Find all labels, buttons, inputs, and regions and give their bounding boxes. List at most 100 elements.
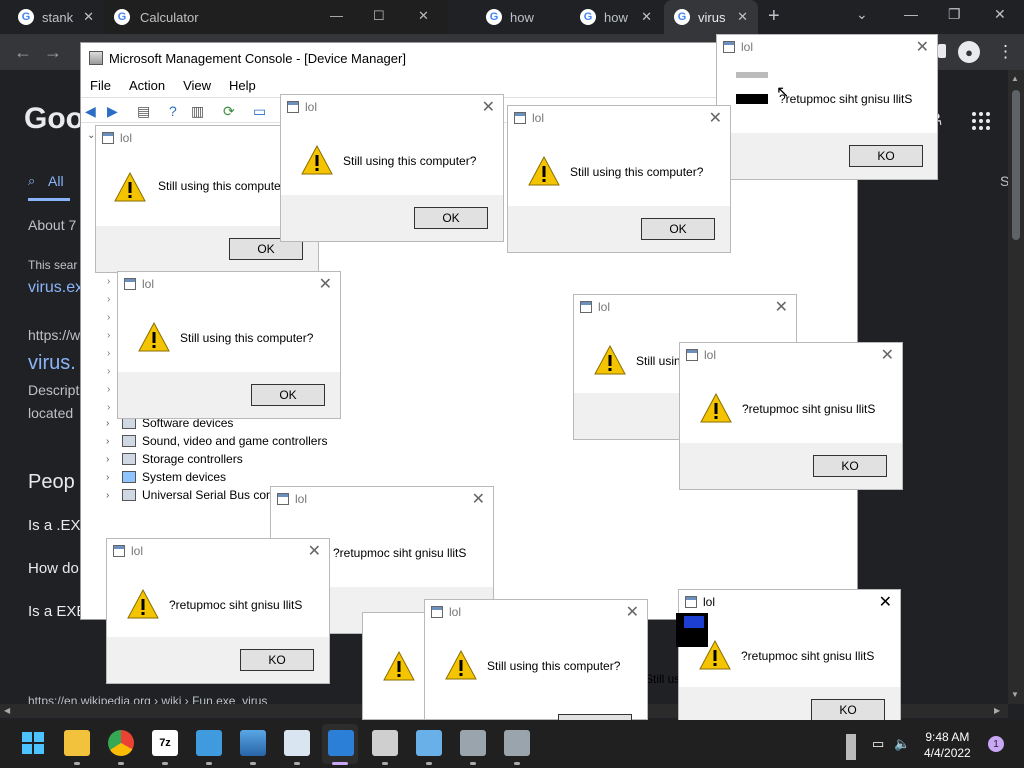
ok-button[interactable]: KO	[240, 649, 314, 671]
dialog-titlebar[interactable]: lol ✕	[508, 106, 730, 130]
chrome-icon[interactable]	[108, 730, 134, 756]
ok-button[interactable]: OK	[251, 384, 325, 406]
expand-arrow-icon[interactable]: ›	[107, 330, 110, 341]
close-icon[interactable]: ✕	[881, 345, 894, 365]
close-icon[interactable]: ✕	[916, 37, 929, 57]
expand-arrow-icon[interactable]: ›	[107, 384, 110, 395]
dialog-titlebar[interactable]: lol ✕	[425, 600, 647, 624]
menu-file[interactable]: File	[90, 78, 111, 93]
clock[interactable]: 9:48 AM 4/4/2022	[924, 729, 971, 761]
dialog-titlebar[interactable]: lol ✕	[680, 343, 902, 367]
maximize-button[interactable]: ☐	[373, 8, 385, 24]
notification-badge[interactable]: 1	[988, 736, 1004, 752]
close-icon[interactable]: ✕	[308, 541, 321, 561]
close-window-button[interactable]: ✕	[994, 6, 1006, 23]
network-icon[interactable]	[504, 730, 530, 756]
calculator-titlebar[interactable]: G Calculator	[104, 0, 448, 34]
properties-icon[interactable]: ▤	[137, 103, 150, 120]
chrome-tab-active[interactable]: G virus ✕	[664, 0, 758, 34]
close-icon[interactable]: ✕	[641, 9, 652, 25]
dialog-titlebar[interactable]: lol ✕	[118, 272, 340, 296]
tab-all[interactable]: All	[48, 173, 64, 189]
restore-button[interactable]: ❐	[948, 6, 961, 23]
tree-node-storage[interactable]: › Storage controllers	[106, 452, 243, 466]
tree-node-usb[interactable]: › Universal Serial Bus cont	[106, 488, 276, 502]
dialog-titlebar[interactable]: lol ✕	[679, 590, 900, 614]
close-button[interactable]: ✕	[418, 8, 429, 24]
chrome-tab[interactable]: G stank ✕	[8, 0, 104, 34]
expand-arrow-icon[interactable]: ›	[106, 454, 116, 465]
chrome-tab[interactable]: G how ✕	[570, 0, 662, 34]
minimize-button[interactable]: —	[904, 6, 918, 22]
7zip-icon[interactable]: 7z	[152, 730, 178, 756]
ok-button[interactable]: OK	[414, 207, 488, 229]
update-driver-icon[interactable]: ⟳	[223, 103, 235, 120]
tree-node-sound[interactable]: › Sound, video and game controllers	[106, 434, 327, 448]
expand-arrow-icon[interactable]: ›	[106, 472, 116, 483]
new-tab-button[interactable]: +	[768, 6, 780, 26]
dialog-titlebar[interactable]: lol ✕	[271, 487, 493, 511]
close-icon[interactable]: ✕	[319, 274, 332, 294]
network-icon[interactable]	[460, 730, 486, 756]
control-panel-icon[interactable]	[416, 730, 442, 756]
expand-arrow-icon[interactable]: ›	[106, 490, 116, 501]
dialog-titlebar[interactable]: lol ✕	[717, 35, 937, 59]
menu-view[interactable]: View	[183, 78, 211, 93]
question-item[interactable]: How do	[28, 560, 79, 577]
scan-hardware-icon[interactable]: ▭	[253, 103, 266, 120]
volume-icon[interactable]: 🔈	[894, 736, 910, 752]
file-explorer-icon[interactable]	[64, 730, 90, 756]
back-icon[interactable]: ◀	[85, 103, 96, 120]
active-app-icon[interactable]	[328, 730, 354, 756]
question-item[interactable]: Is a .EX	[28, 517, 81, 534]
menu-action[interactable]: Action	[129, 78, 165, 93]
start-icon[interactable]	[20, 730, 46, 756]
chrome-menu-icon[interactable]: ⋮	[997, 42, 1014, 62]
scroll-down-icon[interactable]: ▼	[1011, 690, 1019, 699]
scroll-right-icon[interactable]: ▶	[994, 706, 1000, 715]
ok-button[interactable]: OK	[641, 218, 715, 240]
expand-arrow-icon[interactable]: ›	[106, 418, 116, 429]
expand-arrow-icon[interactable]: ›	[106, 436, 116, 447]
console-tree-icon[interactable]: ▥	[191, 103, 204, 120]
scroll-up-icon[interactable]: ▲	[1011, 74, 1019, 83]
close-icon[interactable]: ✕	[482, 97, 495, 117]
apps-grid-icon[interactable]	[972, 112, 990, 130]
back-icon[interactable]: ←	[14, 42, 32, 63]
help-icon[interactable]: ?	[169, 103, 177, 119]
google-logo[interactable]: Goo	[24, 102, 84, 136]
menu-help[interactable]: Help	[229, 78, 256, 93]
network-tray-icon[interactable]: ▭	[872, 736, 884, 752]
page-scrollbar-thumb[interactable]	[1012, 90, 1020, 240]
ok-button[interactable]: KO	[849, 145, 923, 167]
result-link[interactable]: virus.	[28, 352, 76, 375]
close-icon[interactable]: ✕	[775, 297, 788, 317]
chrome-tab[interactable]: G how	[476, 0, 570, 34]
profile-avatar-icon[interactable]: ●	[958, 41, 980, 63]
forward-icon[interactable]: ▶	[107, 103, 118, 120]
close-icon[interactable]: ✕	[472, 489, 485, 509]
forward-icon[interactable]: →	[44, 42, 62, 63]
expand-arrow-icon[interactable]: ›	[107, 402, 110, 413]
ok-button[interactable]: KO	[813, 455, 887, 477]
image-viewer-icon[interactable]	[284, 730, 310, 756]
close-icon[interactable]: ✕	[879, 592, 892, 612]
expand-arrow-icon[interactable]: ›	[107, 366, 110, 377]
expand-arrow-icon[interactable]: ›	[107, 348, 110, 359]
ok-button[interactable]: KO	[811, 699, 885, 721]
extension-icon[interactable]	[938, 44, 946, 58]
tree-node-system-devices[interactable]: › System devices	[106, 470, 226, 484]
notepad-icon[interactable]	[196, 730, 222, 756]
expand-arrow-icon[interactable]: ›	[107, 312, 110, 323]
dialog-titlebar[interactable]: lol ✕	[574, 295, 796, 319]
close-icon[interactable]: ✕	[83, 9, 94, 25]
dialog-titlebar[interactable]: lol ✕	[281, 95, 503, 119]
result-link[interactable]: virus.ex	[28, 279, 83, 297]
dialog-titlebar[interactable]: lol ✕	[107, 539, 329, 563]
tab-search-icon[interactable]: ⌄	[856, 6, 868, 23]
expand-arrow-icon[interactable]: ›	[107, 276, 110, 287]
close-icon[interactable]: ✕	[626, 602, 639, 622]
calculator-icon[interactable]	[372, 730, 398, 756]
scroll-left-icon[interactable]: ◀	[4, 706, 10, 715]
expand-arrow-icon[interactable]: ›	[107, 294, 110, 305]
